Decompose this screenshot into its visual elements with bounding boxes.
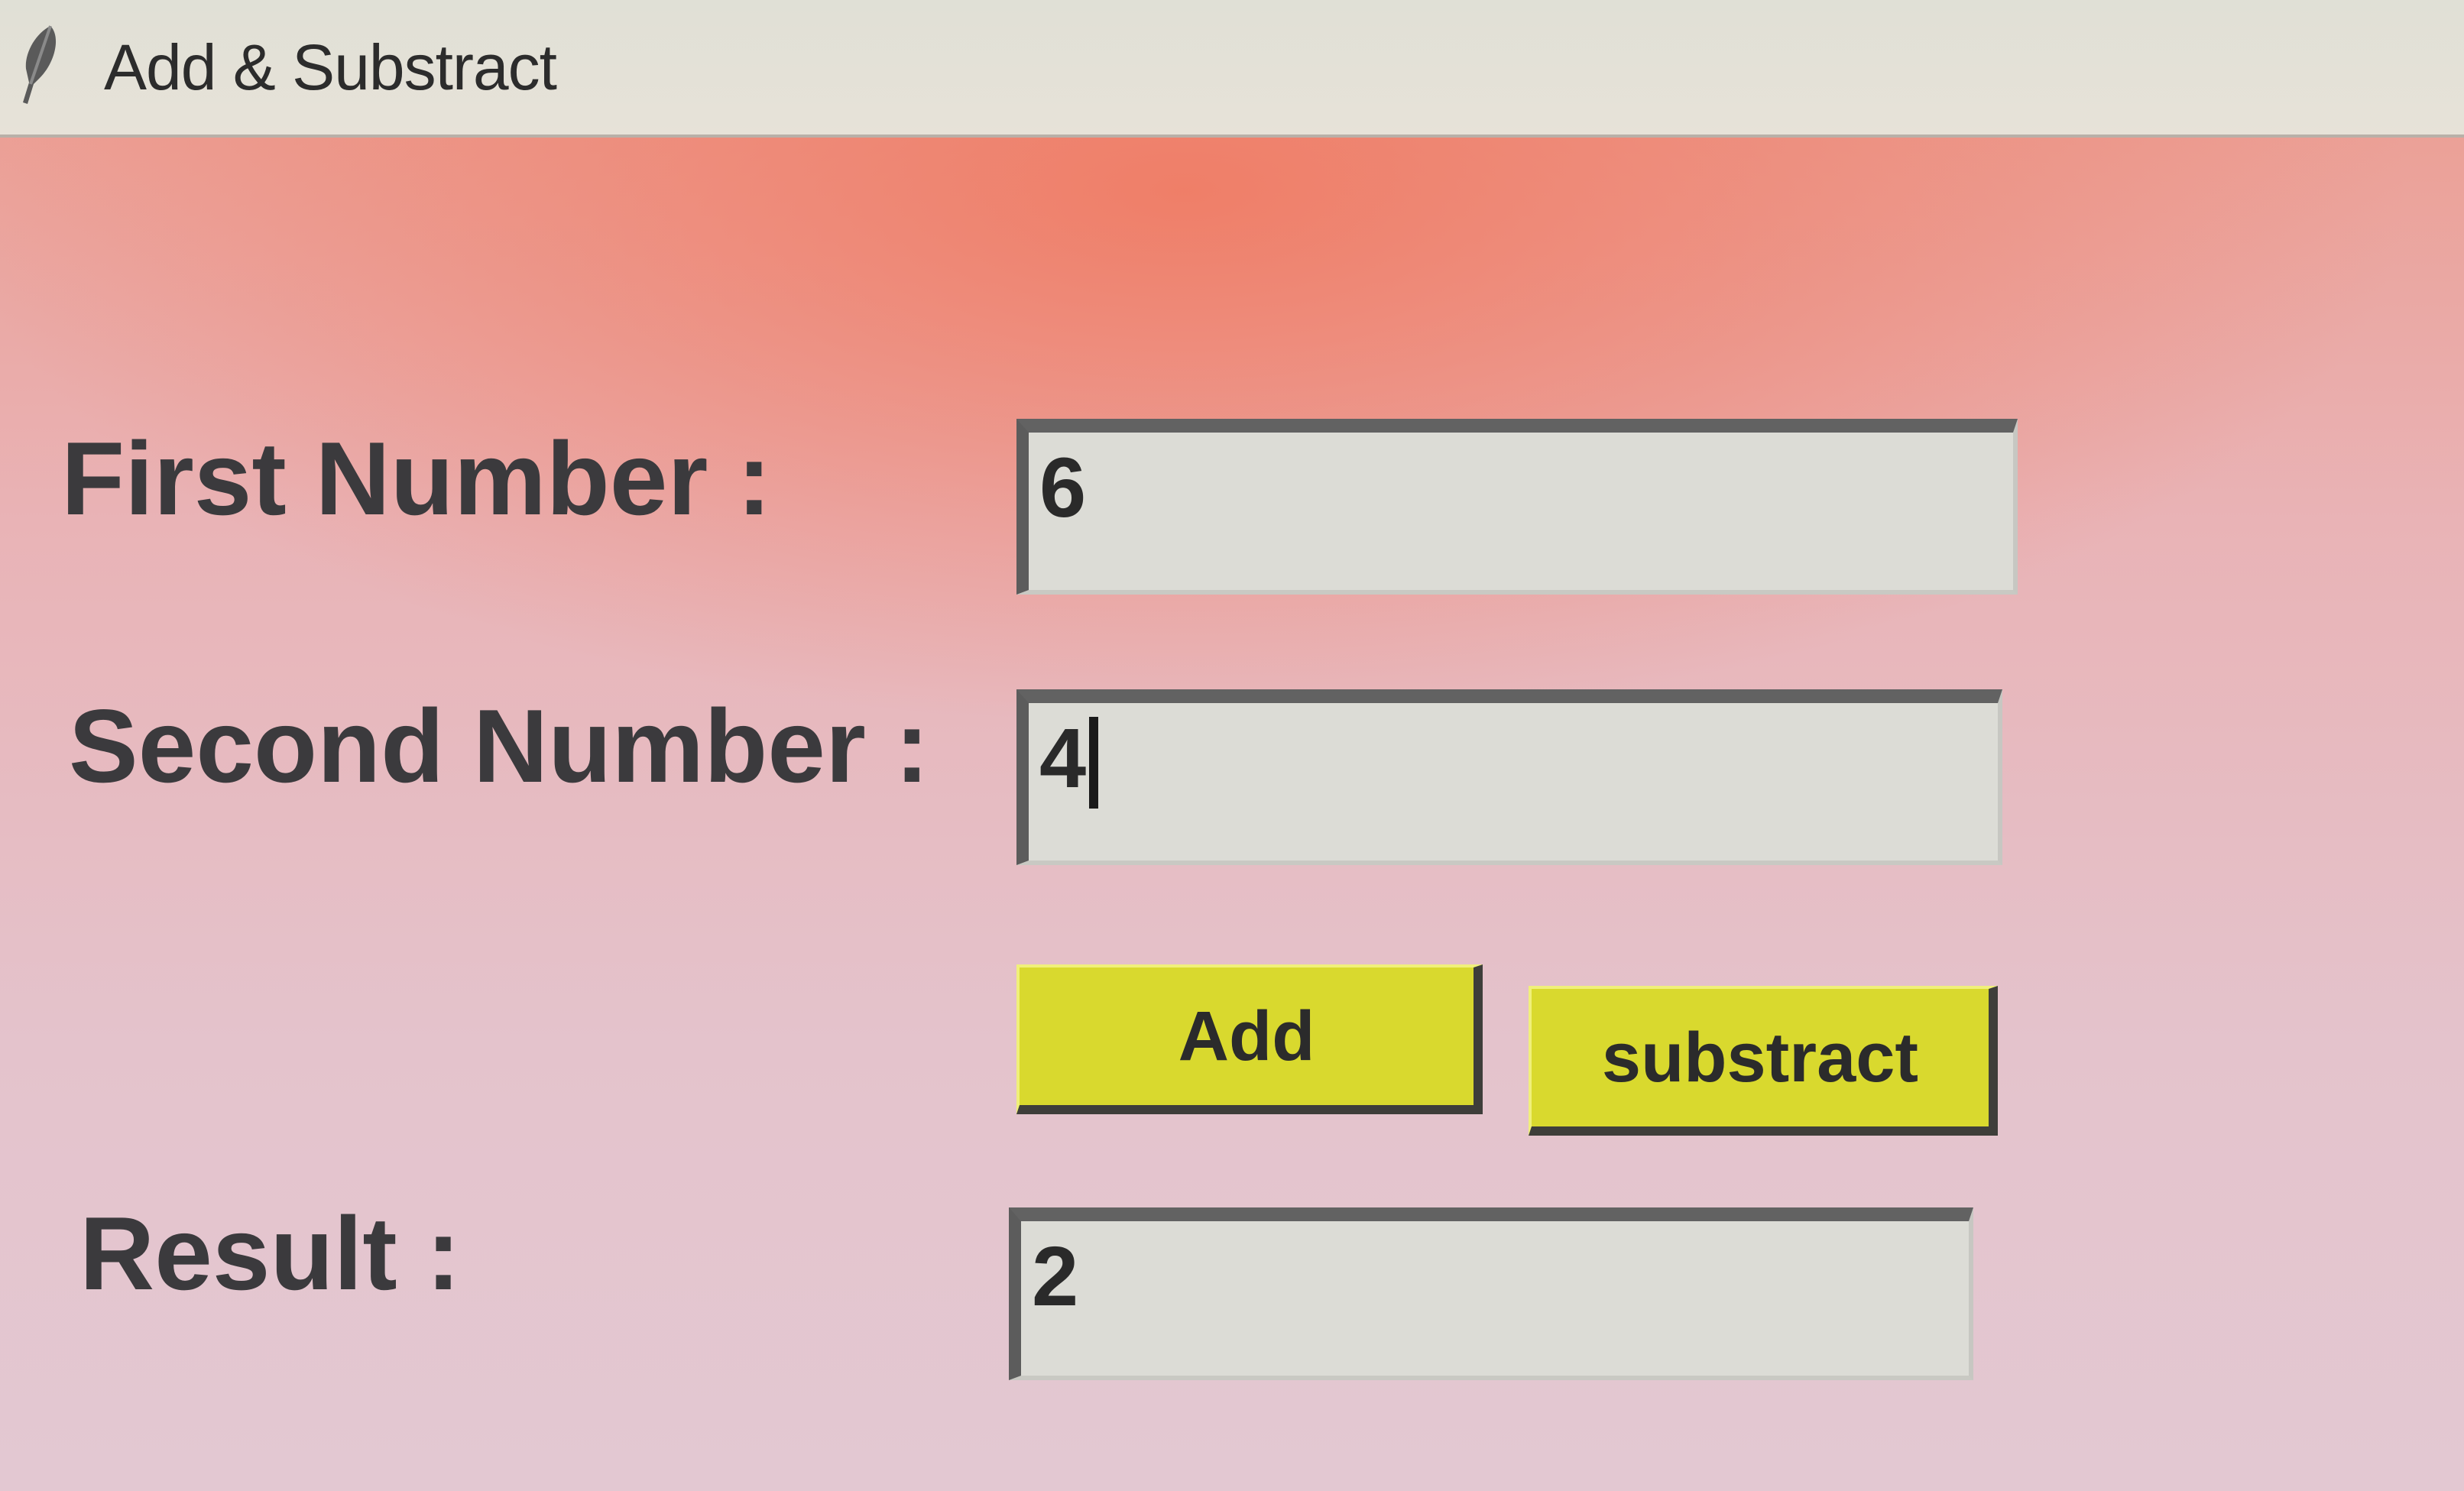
second-number-input[interactable]: 4 — [1016, 689, 2002, 865]
first-number-label: First Number : — [61, 420, 772, 536]
first-number-value: 6 — [1039, 441, 1087, 535]
app-window: Add & Substract First Number : 6 Second … — [0, 0, 2464, 1491]
add-button[interactable]: Add — [1016, 964, 1483, 1114]
substract-button[interactable]: substract — [1529, 986, 1998, 1136]
second-number-value: 4 — [1039, 711, 1087, 805]
result-field[interactable]: 2 — [1009, 1207, 1973, 1380]
text-caret — [1089, 717, 1099, 809]
first-number-input[interactable]: 6 — [1016, 419, 2018, 595]
result-label: Result : — [79, 1195, 461, 1311]
result-value: 2 — [1032, 1230, 1079, 1324]
window-title: Add & Substract — [104, 31, 557, 103]
title-bar[interactable]: Add & Substract — [0, 0, 2464, 138]
second-number-label: Second Number : — [69, 688, 929, 804]
feather-icon — [17, 23, 63, 107]
